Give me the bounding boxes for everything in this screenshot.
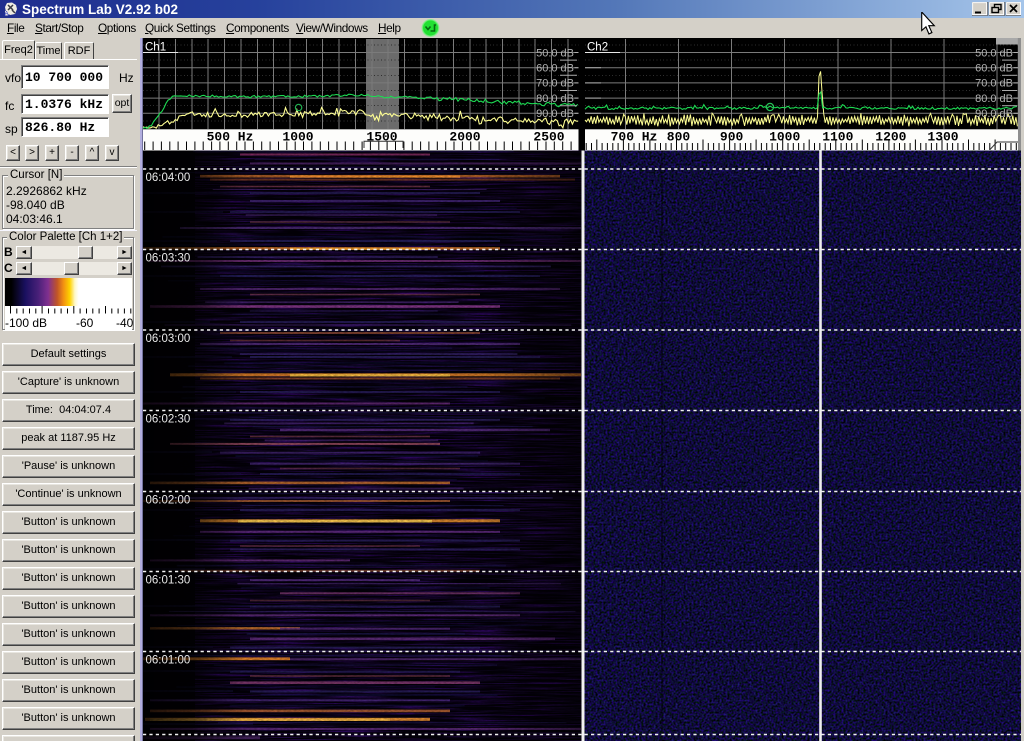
svg-text:A: A: [5, 12, 9, 17]
svg-text:1200: 1200: [875, 130, 906, 145]
svg-text:1300: 1300: [927, 130, 958, 145]
svg-text:90.0 dB: 90.0 dB: [536, 108, 574, 120]
svg-text:80.0 dB: 80.0 dB: [536, 93, 574, 105]
svg-text:70.0 dB: 70.0 dB: [536, 78, 574, 90]
svg-text:800: 800: [667, 130, 691, 145]
svg-text:60.0 dB: 60.0 dB: [975, 63, 1013, 75]
svg-text:06:03:00: 06:03:00: [146, 333, 191, 345]
svg-text:06:04:00: 06:04:00: [146, 172, 191, 184]
svg-text:2500: 2500: [533, 130, 564, 145]
svg-text:70.0 dB: 70.0 dB: [975, 78, 1013, 90]
svg-text:500 Hz: 500 Hz: [207, 130, 254, 145]
svg-text:1500: 1500: [366, 130, 397, 145]
svg-text:06:03:30: 06:03:30: [146, 253, 191, 265]
svg-text:06:01:30: 06:01:30: [146, 575, 191, 587]
svg-text:50.0 dB: 50.0 dB: [975, 47, 1013, 59]
svg-text:60.0 dB: 60.0 dB: [536, 63, 574, 75]
svg-text:900: 900: [720, 130, 744, 145]
svg-text:06:02:30: 06:02:30: [146, 414, 191, 426]
svg-text:06:02:00: 06:02:00: [146, 495, 191, 507]
svg-text:06:01:00: 06:01:00: [146, 655, 191, 667]
svg-text:1100: 1100: [822, 130, 853, 145]
svg-text:Ch2: Ch2: [587, 42, 608, 54]
svg-text:50.0 dB: 50.0 dB: [536, 47, 574, 59]
svg-text:80.0 dB: 80.0 dB: [975, 93, 1013, 105]
svg-text:90.0 dB: 90.0 dB: [975, 108, 1013, 120]
svg-text:Ch1: Ch1: [145, 42, 166, 54]
svg-text:1000: 1000: [769, 130, 800, 145]
